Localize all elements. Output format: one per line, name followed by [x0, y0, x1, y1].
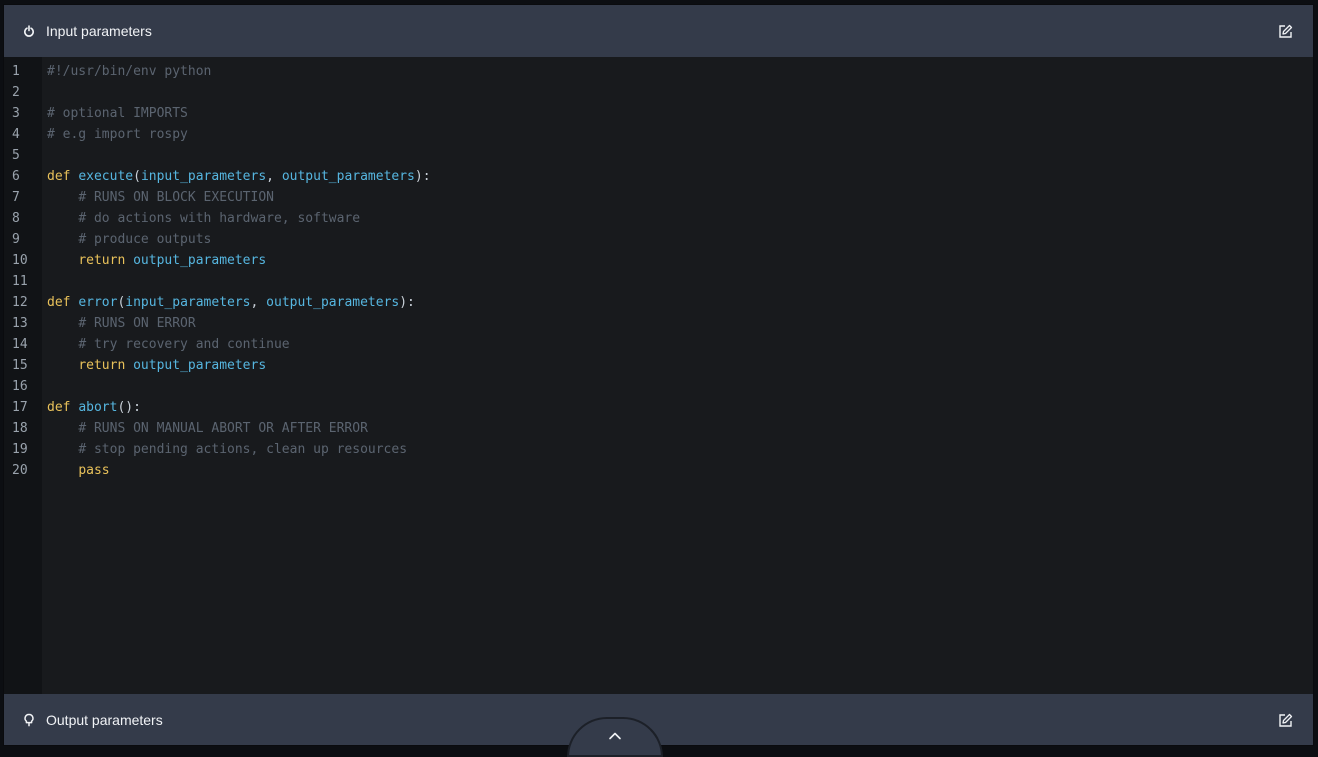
parameters-window: Input parameters 1 2 3 4 5 6 7 8 9 10 11 12 13 14 15 16… — [3, 4, 1314, 746]
code-token-comment: # do actions with hardware, software — [78, 211, 361, 226]
line-number: 18 — [12, 421, 28, 436]
code-token-punct — [47, 253, 78, 268]
code-line: return output_parameters — [42, 250, 1313, 271]
code-token-param: output_parameters — [133, 358, 267, 373]
line-number: 8 — [12, 211, 20, 226]
lightbulb-icon — [22, 713, 36, 727]
power-icon — [22, 24, 36, 38]
code-token-keyword: pass — [78, 463, 110, 478]
code-token-punct: ( — [133, 169, 141, 184]
output-parameters-title: Output parameters — [46, 712, 163, 728]
code-line: # do actions with hardware, software — [42, 208, 1313, 229]
line-number: 12 — [12, 295, 28, 310]
code-line: # stop pending actions, clean up resourc… — [42, 439, 1313, 460]
code-token-comment: # optional IMPORTS — [47, 106, 188, 121]
code-token-punct — [47, 442, 78, 457]
code-token-punct: ): — [414, 169, 431, 184]
code-token-func: abort — [78, 400, 118, 415]
code-token-comment: # RUNS ON ERROR — [78, 316, 196, 331]
line-number: 16 — [12, 379, 28, 394]
line-number: 5 — [12, 148, 20, 163]
line-number-gutter: 1 2 3 4 5 6 7 8 9 10 11 12 13 14 15 16 17 18 19 20 — [4, 57, 42, 694]
code-token-keyword: def — [47, 400, 71, 415]
code-token-func: error — [78, 295, 118, 310]
input-parameters-title: Input parameters — [46, 23, 152, 39]
line-number: 19 — [12, 442, 28, 457]
line-number: 13 — [12, 316, 28, 331]
code-token-comment: #!/usr/bin/env python — [47, 64, 212, 79]
code-token-punct: (): — [117, 400, 141, 415]
line-number: 20 — [12, 463, 28, 478]
code-token-punct — [47, 337, 78, 352]
code-token-punct — [47, 316, 78, 331]
code-token-param: output_parameters — [133, 253, 267, 268]
code-token-func: execute — [78, 169, 134, 184]
code-token-comment: # e.g import rospy — [47, 127, 188, 142]
code-line: # RUNS ON BLOCK EXECUTION — [42, 187, 1313, 208]
line-number: 3 — [12, 106, 20, 121]
code-token-comment: # RUNS ON BLOCK EXECUTION — [78, 190, 274, 205]
code-line: # e.g import rospy — [42, 124, 1313, 145]
line-number: 15 — [12, 358, 28, 373]
code-line: # try recovery and continue — [42, 334, 1313, 355]
line-number: 4 — [12, 127, 20, 142]
code-token-punct — [47, 190, 78, 205]
line-number: 11 — [12, 274, 28, 289]
line-number: 9 — [12, 232, 20, 247]
code-editor[interactable]: 1 2 3 4 5 6 7 8 9 10 11 12 13 14 15 16 17 18 19 20 #!/usr/b… — [4, 57, 1313, 694]
code-token-punct: , — [266, 169, 282, 184]
code-token-comment: # try recovery and continue — [78, 337, 290, 352]
line-number: 1 — [12, 64, 20, 79]
code-line: # RUNS ON MANUAL ABORT OR AFTER ERROR — [42, 418, 1313, 439]
line-number: 7 — [12, 190, 20, 205]
code-token-comment: # produce outputs — [78, 232, 212, 247]
edit-icon[interactable] — [1277, 712, 1293, 728]
code-token-punct — [47, 211, 78, 226]
code-token-punct — [47, 463, 78, 478]
code-line: pass — [42, 460, 1313, 481]
input-parameters-header[interactable]: Input parameters — [4, 5, 1313, 57]
code-token-comment: # RUNS ON MANUAL ABORT OR AFTER ERROR — [78, 421, 368, 436]
code-token-param: input_parameters — [140, 169, 267, 184]
code-line: return output_parameters — [42, 355, 1313, 376]
code-line: def abort(): — [42, 397, 1313, 418]
code-token-punct — [125, 358, 133, 373]
code-token-keyword: return — [78, 358, 126, 373]
code-line: def error(input_parameters, output_param… — [42, 292, 1313, 313]
code-token-comment: # stop pending actions, clean up resourc… — [78, 442, 408, 457]
code-token-punct: ): — [399, 295, 415, 310]
code-token-keyword: return — [78, 253, 126, 268]
line-number: 14 — [12, 337, 28, 352]
code-line: # produce outputs — [42, 229, 1313, 250]
line-number: 10 — [12, 253, 28, 268]
code-token-punct — [47, 358, 78, 373]
code-token-keyword: def — [47, 295, 71, 310]
code-line: #!/usr/bin/env python — [42, 61, 1313, 82]
code-token-punct: , — [250, 295, 267, 310]
code-token-param: output_parameters — [266, 295, 400, 310]
edit-icon[interactable] — [1277, 23, 1293, 39]
line-number: 6 — [12, 169, 20, 184]
code-token-param: input_parameters — [125, 295, 251, 310]
line-number: 17 — [12, 400, 28, 415]
code-token-punct — [47, 421, 78, 436]
line-number: 2 — [12, 85, 20, 100]
code-token-keyword: def — [47, 169, 71, 184]
code-token-param: output_parameters — [281, 169, 415, 184]
code-token-punct — [125, 253, 133, 268]
code-line: # optional IMPORTS — [42, 103, 1313, 124]
code-line: def execute(input_parameters, output_par… — [42, 166, 1313, 187]
chevron-up-icon — [608, 728, 622, 740]
code-area[interactable]: #!/usr/bin/env python # optional IMPORTS #… — [42, 57, 1313, 694]
code-token-punct — [47, 232, 78, 247]
code-line: # RUNS ON ERROR — [42, 313, 1313, 334]
